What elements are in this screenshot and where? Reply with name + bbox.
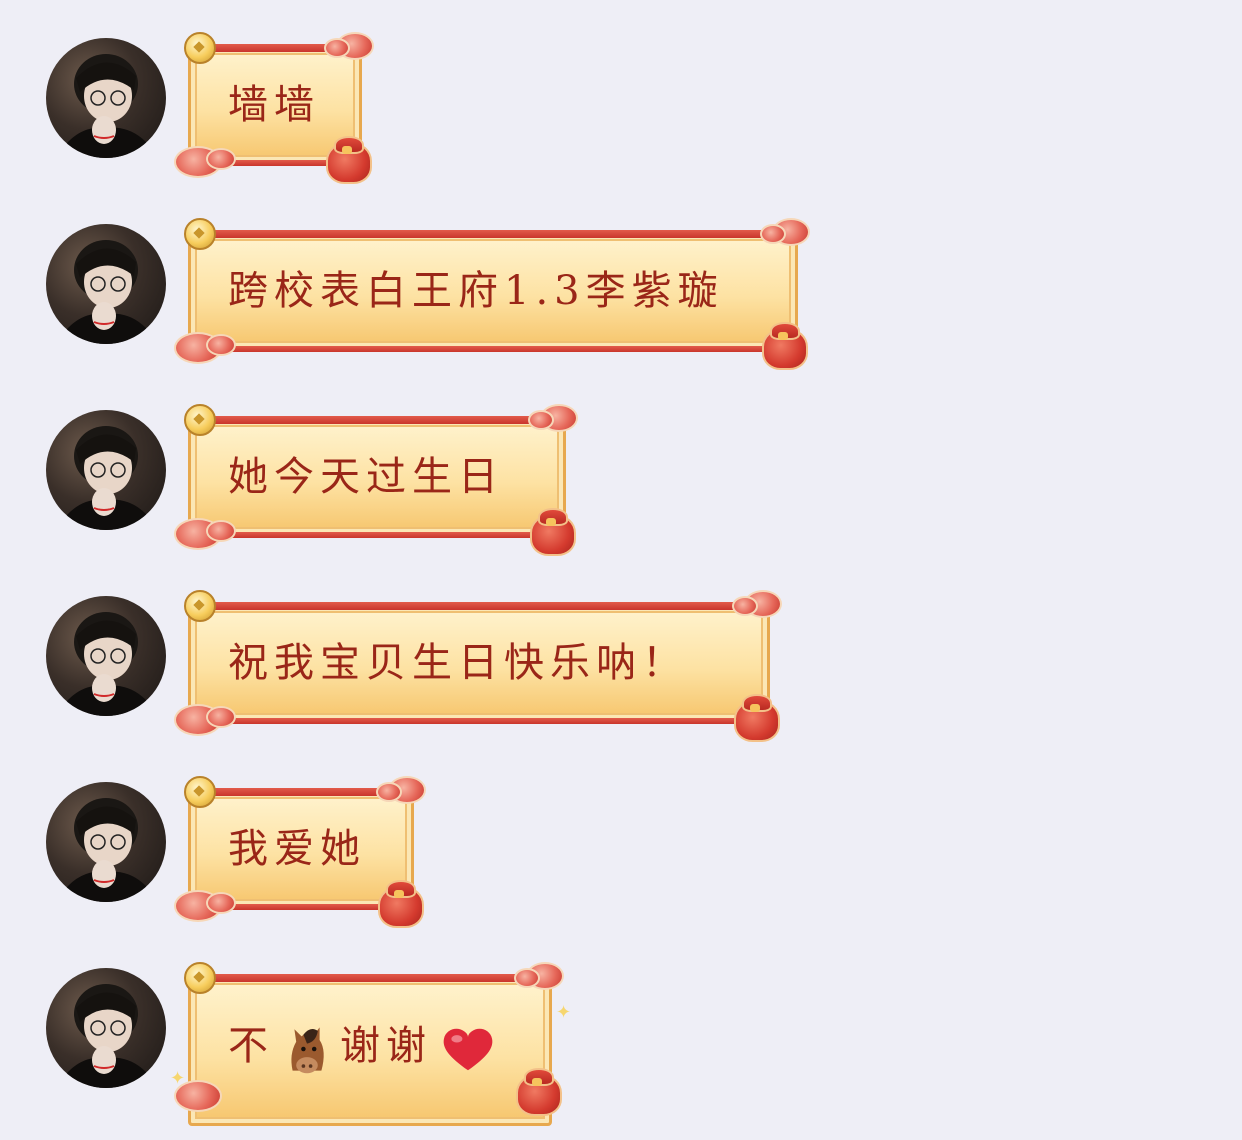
- message-bubble[interactable]: 她今天过生日: [174, 404, 580, 556]
- avatar-portrait-icon: [56, 612, 158, 716]
- message-text: 我爱她: [228, 826, 366, 872]
- message-bubble[interactable]: ✦ ✦ 不 谢谢: [170, 962, 571, 1140]
- cloud-ornament-icon: [528, 410, 554, 430]
- avatar-portrait-icon: [56, 54, 158, 158]
- scroll-band-top: [192, 602, 766, 610]
- gold-coin-icon: [184, 32, 216, 64]
- cloud-ornament-icon: [206, 334, 236, 356]
- gold-coin-icon: [184, 218, 216, 250]
- gold-coin-icon: [184, 590, 216, 622]
- avatar-portrait-icon: [56, 426, 158, 530]
- avatar[interactable]: [46, 596, 166, 716]
- message-text-part: 谢谢: [340, 1023, 432, 1069]
- lucky-pouch-icon: [758, 316, 808, 370]
- message-bubble[interactable]: 墙墙: [174, 32, 376, 184]
- cloud-ornament-icon: [376, 782, 402, 802]
- cloud-ornament-icon: [206, 148, 236, 170]
- gold-coin-icon: [184, 962, 216, 994]
- avatar[interactable]: [46, 224, 166, 344]
- message-row: 她今天过生日: [0, 372, 1242, 556]
- red-heart-emoji-icon: [443, 1028, 493, 1071]
- sparkle-icon: ✦: [170, 1068, 186, 1089]
- message-row: 墙墙: [0, 0, 1242, 184]
- avatar[interactable]: [46, 410, 166, 530]
- message-text: 墙墙: [228, 82, 320, 128]
- chat-message-list: 墙墙 跨校表白王府1.3李紫璇 她今天过生日 祝我宝贝生日快乐呐！ 我爱她 ✦ …: [0, 0, 1242, 1126]
- avatar-portrait-icon: [56, 240, 158, 344]
- lucky-pouch-icon: [322, 130, 372, 184]
- cloud-ornament-icon: [760, 224, 786, 244]
- message-bubble[interactable]: 我爱她: [174, 776, 428, 928]
- message-text-part: 不: [228, 1023, 274, 1069]
- message-row: 跨校表白王府1.3李紫璇: [0, 186, 1242, 370]
- message-bubble[interactable]: 祝我宝贝生日快乐呐！: [174, 590, 784, 742]
- cloud-ornament-icon: [324, 38, 350, 58]
- sparkle-icon: ✦: [556, 1002, 572, 1023]
- message-row: ✦ ✦ 不 谢谢: [0, 930, 1242, 1126]
- gold-coin-icon: [184, 776, 216, 808]
- cloud-ornament-icon: [206, 706, 236, 728]
- scroll-band-top: [192, 974, 548, 982]
- scroll-band-bottom: [192, 346, 794, 352]
- lucky-pouch-icon: [526, 502, 576, 556]
- message-text: 她今天过生日: [228, 454, 504, 500]
- message-text: 不 谢谢: [228, 1016, 496, 1076]
- message-text: 跨校表白王府1.3李紫璇: [228, 268, 724, 314]
- gold-coin-icon: [184, 404, 216, 436]
- avatar[interactable]: [46, 968, 166, 1088]
- lucky-pouch-icon: [730, 688, 780, 742]
- message-bubble[interactable]: 跨校表白王府1.3李紫璇: [174, 218, 812, 370]
- scroll-band-bottom: [192, 532, 562, 538]
- avatar[interactable]: [46, 38, 166, 158]
- scroll-band-bottom: [192, 718, 766, 724]
- cloud-ornament-icon: [732, 596, 758, 616]
- message-text: 祝我宝贝生日快乐呐！: [228, 640, 688, 686]
- scroll-band-top: [192, 230, 794, 238]
- avatar[interactable]: [46, 782, 166, 902]
- lucky-pouch-icon: [512, 1062, 562, 1116]
- cloud-ornament-icon: [206, 520, 236, 542]
- cloud-ornament-icon: [206, 892, 236, 914]
- message-row: 我爱她: [0, 744, 1242, 928]
- message-row: 祝我宝贝生日快乐呐！: [0, 558, 1242, 742]
- avatar-portrait-icon: [56, 984, 158, 1088]
- scroll-band-top: [192, 416, 562, 424]
- lucky-pouch-icon: [374, 874, 424, 928]
- avatar-portrait-icon: [56, 798, 158, 902]
- cloud-ornament-icon: [514, 968, 540, 988]
- horse-face-emoji-icon: [291, 1027, 324, 1074]
